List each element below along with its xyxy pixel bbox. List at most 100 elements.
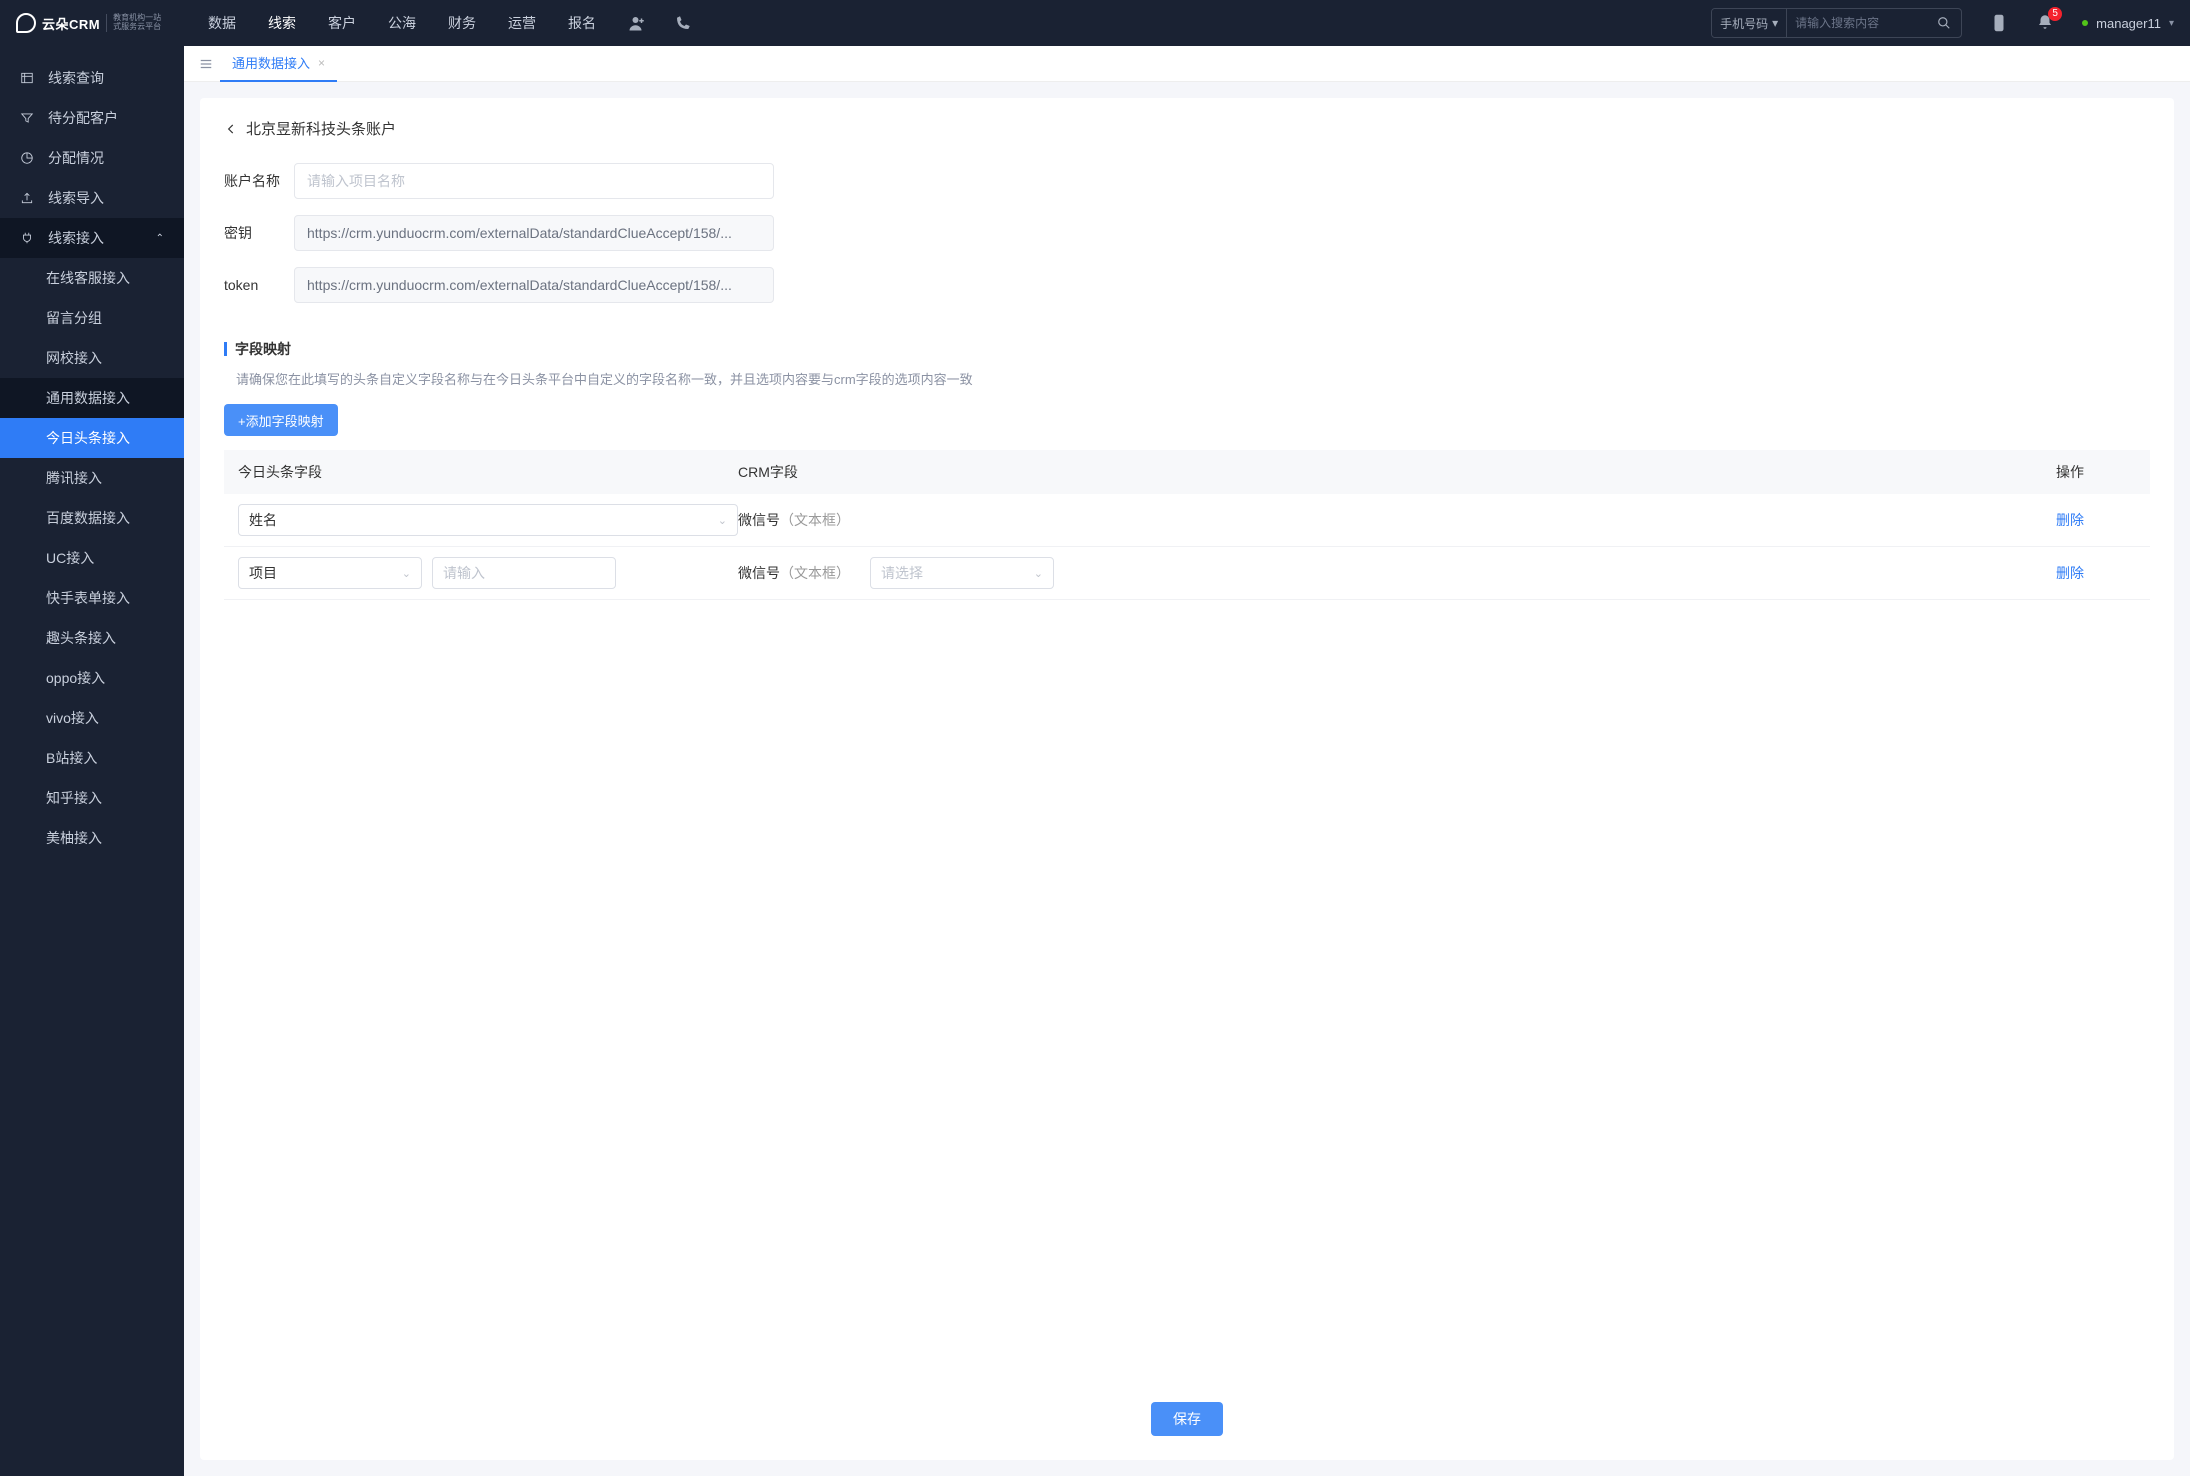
header-right: 5 manager11 ▾	[1990, 13, 2174, 34]
sidebar-item-label: 线索导入	[48, 188, 104, 208]
token-label: token	[224, 277, 294, 293]
chevron-down-icon: ⌄	[402, 567, 411, 580]
sidebar-item-allocation[interactable]: 分配情况	[0, 138, 184, 178]
select-value: 项目	[249, 563, 277, 583]
sidebar-sub-meiyou[interactable]: 美柚接入	[0, 818, 184, 858]
notif-badge: 5	[2048, 7, 2062, 21]
sidebar-item-label: 待分配客户	[48, 108, 118, 128]
save-button[interactable]: 保存	[1151, 1402, 1223, 1436]
sidebar-sub-vivo[interactable]: vivo接入	[0, 698, 184, 738]
mobile-icon[interactable]	[1990, 14, 2008, 32]
list-icon	[20, 71, 34, 85]
col-action: 操作	[2056, 462, 2136, 482]
table-header: 今日头条字段 CRM字段 操作	[224, 450, 2150, 494]
form-row-secret: 密钥	[224, 215, 2150, 251]
nav-pool[interactable]: 公海	[388, 13, 416, 33]
sidebar-sub-uc[interactable]: UC接入	[0, 538, 184, 578]
toutiao-field-select[interactable]: 项目 ⌄	[238, 557, 422, 589]
sidebar: 线索查询 待分配客户 分配情况 线索导入 线索接入 ⌃ 在线客服接入 留言分组 …	[0, 46, 184, 1476]
sidebar-item-label: 线索查询	[48, 68, 104, 88]
sidebar-item-lead-integration[interactable]: 线索接入 ⌃	[0, 218, 184, 258]
top-header: 云朵CRM 教育机构一站式服务云平台 数据 线索 客户 公海 财务 运营 报名 …	[0, 0, 2190, 46]
chevron-left-icon	[224, 122, 238, 136]
col-toutiao-field: 今日头条字段	[238, 462, 738, 482]
table-row	[224, 600, 2150, 652]
toutiao-field-select[interactable]: 姓名 ⌄	[238, 504, 738, 536]
sidebar-sub-qutoutiao[interactable]: 趣头条接入	[0, 618, 184, 658]
add-field-mapping-button[interactable]: +添加字段映射	[224, 404, 338, 436]
sidebar-toggle[interactable]	[192, 50, 220, 78]
sidebar-sub-online-service[interactable]: 在线客服接入	[0, 258, 184, 298]
notifications[interactable]: 5	[2036, 13, 2054, 34]
chevron-down-icon: ⌄	[1034, 567, 1043, 580]
secret-input[interactable]	[294, 215, 774, 251]
sidebar-sub-oppo[interactable]: oppo接入	[0, 658, 184, 698]
main-area: 通用数据接入 × 北京昱新科技头条账户 账户名称 密钥 to	[184, 46, 2190, 1476]
top-nav: 数据 线索 客户 公海 财务 运营 报名	[208, 13, 596, 33]
brand-name: 云朵CRM	[42, 14, 100, 33]
sidebar-sub-baidu[interactable]: 百度数据接入	[0, 498, 184, 538]
token-input[interactable]	[294, 267, 774, 303]
tabs-bar: 通用数据接入 ×	[184, 46, 2190, 82]
chevron-up-icon: ⌃	[156, 233, 164, 244]
sidebar-sub-message-group[interactable]: 留言分组	[0, 298, 184, 338]
user-menu[interactable]: manager11 ▾	[2082, 16, 2174, 31]
sidebar-sub-tencent[interactable]: 腾讯接入	[0, 458, 184, 498]
nav-enroll[interactable]: 报名	[568, 13, 596, 33]
sidebar-sub-zhihu[interactable]: 知乎接入	[0, 778, 184, 818]
table-row: 项目 ⌄ 微信号（文本框） 请选择 ⌄	[224, 547, 2150, 600]
tab-label: 通用数据接入	[232, 53, 310, 72]
section-bar-icon	[224, 342, 227, 356]
phone-icon[interactable]	[674, 14, 692, 32]
col-crm-field: CRM字段	[738, 462, 2056, 482]
form-row-account: 账户名称	[224, 163, 2150, 199]
nav-leads[interactable]: 线索	[268, 13, 296, 33]
account-label: 账户名称	[224, 171, 294, 191]
sidebar-sub-school[interactable]: 网校接入	[0, 338, 184, 378]
sidebar-sub-generic-data[interactable]: 通用数据接入	[0, 378, 184, 418]
menu-icon	[199, 57, 213, 71]
close-icon[interactable]: ×	[318, 56, 325, 70]
secret-label: 密钥	[224, 223, 294, 243]
field-mapping-table: 今日头条字段 CRM字段 操作 姓名 ⌄	[224, 450, 2150, 652]
search-icon	[1937, 16, 1951, 30]
footer-bar: 保存	[224, 1384, 2150, 1440]
account-name-input[interactable]	[294, 163, 774, 199]
filter-icon	[20, 111, 34, 125]
top-icons	[628, 14, 692, 32]
sidebar-sub-toutiao[interactable]: 今日头条接入	[0, 418, 184, 458]
nav-customers[interactable]: 客户	[328, 13, 356, 33]
table-row: 姓名 ⌄ 微信号（文本框） 删除	[224, 494, 2150, 547]
logo-icon	[16, 13, 36, 33]
sidebar-sub-bilibili[interactable]: B站接入	[0, 738, 184, 778]
nav-data[interactable]: 数据	[208, 13, 236, 33]
search-button[interactable]	[1927, 9, 1961, 37]
nav-ops[interactable]: 运营	[508, 13, 536, 33]
sidebar-sub-kuaishou[interactable]: 快手表单接入	[0, 578, 184, 618]
sidebar-item-lead-import[interactable]: 线索导入	[0, 178, 184, 218]
page-title: 北京昱新科技头条账户	[246, 118, 396, 139]
sidebar-item-label: 线索接入	[48, 228, 104, 248]
breadcrumb-back[interactable]: 北京昱新科技头条账户	[224, 118, 2150, 139]
toutiao-field-extra-input[interactable]	[432, 557, 616, 589]
tab-generic-data[interactable]: 通用数据接入 ×	[220, 46, 337, 82]
chevron-down-icon: ⌄	[718, 514, 727, 527]
crm-field-select[interactable]: 请选择 ⌄	[870, 557, 1054, 589]
chevron-down-icon: ▾	[2169, 18, 2174, 29]
sidebar-item-label: 分配情况	[48, 148, 104, 168]
sidebar-item-pending-customers[interactable]: 待分配客户	[0, 98, 184, 138]
user-add-icon[interactable]	[628, 14, 646, 32]
select-value: 姓名	[249, 510, 277, 530]
user-name: manager11	[2096, 16, 2161, 31]
logo[interactable]: 云朵CRM 教育机构一站式服务云平台	[16, 13, 184, 33]
panel: 北京昱新科技头条账户 账户名称 密钥 token 字段映射	[200, 98, 2174, 1460]
delete-row-link[interactable]: 删除	[2056, 565, 2084, 581]
search-type-select[interactable]: 手机号码 ▾	[1712, 9, 1787, 37]
plug-icon	[20, 231, 34, 245]
search-input[interactable]	[1787, 9, 1927, 37]
nav-finance[interactable]: 财务	[448, 13, 476, 33]
sidebar-item-lead-search[interactable]: 线索查询	[0, 58, 184, 98]
content: 北京昱新科技头条账户 账户名称 密钥 token 字段映射	[184, 82, 2190, 1476]
select-placeholder: 请选择	[881, 563, 923, 583]
delete-row-link[interactable]: 删除	[2056, 512, 2084, 528]
